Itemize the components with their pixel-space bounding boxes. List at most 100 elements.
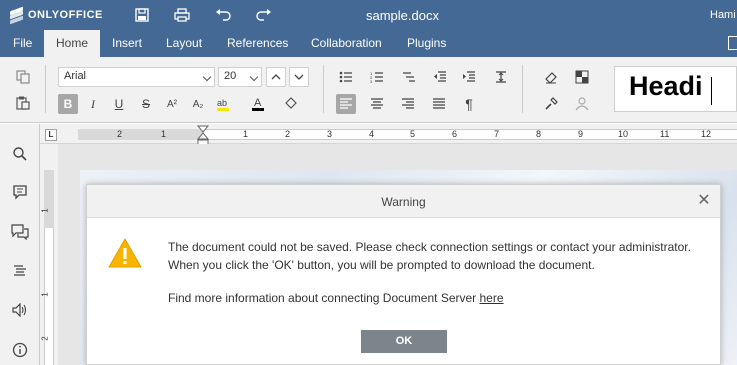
dialog-title: Warning — [381, 195, 426, 209]
title-bar: ONLYOFFICE sample.docx Hami — [0, 0, 737, 30]
bullets-icon[interactable] — [336, 67, 356, 87]
undo-icon[interactable] — [214, 6, 232, 24]
ok-button[interactable]: OK — [361, 330, 447, 353]
tab-stop-selector[interactable]: L — [45, 129, 57, 141]
superscript-button[interactable]: A² — [162, 94, 182, 114]
justify-button[interactable] — [429, 94, 449, 114]
font-name-select[interactable]: Arial — [58, 67, 215, 87]
search-icon[interactable] — [10, 144, 30, 164]
ruler-number: 5 — [410, 129, 416, 139]
strikethrough-button[interactable]: S — [136, 94, 156, 114]
navigation-icon[interactable] — [10, 261, 30, 281]
tab-layout[interactable]: Layout — [154, 30, 214, 57]
warning-dialog: Warning ✕ The document could not be save… — [86, 184, 721, 365]
bold-button[interactable]: B — [58, 94, 78, 114]
horizontal-ruler: L 2 1 1 2 3 4 5 6 7 8 9 10 11 12 — [40, 124, 737, 146]
redo-icon[interactable] — [255, 6, 273, 24]
help-link[interactable]: here — [480, 291, 504, 305]
ruler-number: 4 — [369, 129, 375, 139]
home-toolbar: Arial 20 B I U S A² A₂ ab A 123 ¶ Headi — [0, 57, 737, 123]
align-right-button[interactable] — [398, 94, 418, 114]
copy-icon[interactable] — [13, 67, 33, 87]
speaker-icon[interactable] — [10, 300, 30, 320]
italic-button[interactable]: I — [83, 94, 103, 114]
user-name[interactable]: Hami — [710, 9, 736, 21]
dialog-message-line-1: The document could not be saved. Please … — [168, 240, 691, 254]
chevron-down-icon — [249, 72, 259, 82]
font-size-value: 20 — [224, 70, 237, 82]
align-center-button[interactable] — [367, 94, 387, 114]
dialog-message-line-3: Find more information about connecting D… — [168, 291, 504, 305]
decrease-indent-icon[interactable] — [430, 67, 450, 87]
ruler-number: 2 — [40, 336, 50, 341]
close-icon[interactable]: ✕ — [696, 193, 712, 209]
increase-indent-icon[interactable] — [459, 67, 479, 87]
ruler-number: 12 — [701, 129, 712, 139]
ruler-number: 11 — [660, 129, 670, 139]
ribbon-tab-bar: File Home Insert Layout References Colla… — [0, 30, 737, 57]
comments-icon[interactable] — [10, 182, 30, 202]
ruler-number: 3 — [327, 129, 333, 139]
ruler-number: 6 — [452, 129, 458, 139]
logo-text: ONLYOFFICE — [28, 9, 103, 21]
document-title: sample.docx — [366, 8, 439, 23]
svg-text:3: 3 — [370, 79, 373, 83]
ruler-number: 8 — [536, 129, 542, 139]
tab-home[interactable]: Home — [44, 30, 101, 57]
vertical-ruler: 1 1 2 — [40, 144, 58, 365]
panel-toggle-icon[interactable] — [728, 36, 737, 50]
align-left-button[interactable] — [336, 94, 356, 114]
mail-merge-icon[interactable] — [572, 94, 592, 114]
clear-style-icon[interactable] — [541, 67, 561, 87]
dialog-link-prefix: Find more information about connecting D… — [168, 291, 480, 305]
chevron-down-icon — [202, 72, 212, 82]
toolbar-separator — [45, 65, 46, 113]
font-name-value: Arial — [64, 70, 87, 82]
copy-style-icon[interactable] — [541, 94, 561, 114]
chat-icon[interactable] — [10, 222, 30, 242]
save-icon[interactable] — [133, 6, 151, 24]
font-color-icon[interactable]: A — [249, 94, 269, 114]
dialog-message-line-2: When you click the 'OK' button, you will… — [168, 258, 595, 272]
paste-icon[interactable] — [13, 93, 33, 113]
ruler-number: 9 — [578, 129, 584, 139]
tab-insert[interactable]: Insert — [100, 30, 154, 57]
ruler-number: 7 — [494, 129, 500, 139]
subscript-button[interactable]: A₂ — [188, 94, 208, 114]
multilevel-list-icon[interactable] — [399, 67, 419, 87]
nonprinting-characters-icon[interactable]: ¶ — [459, 94, 479, 114]
ruler-number: 2 — [285, 129, 291, 139]
about-icon[interactable] — [10, 340, 30, 360]
svg-text:ab: ab — [217, 98, 227, 108]
onlyoffice-logo: ONLYOFFICE — [10, 6, 103, 24]
tab-plugins[interactable]: Plugins — [395, 30, 458, 57]
tab-collaboration[interactable]: Collaboration — [299, 30, 394, 57]
color-scheme-icon[interactable] — [572, 67, 592, 87]
decrease-font-button[interactable] — [289, 67, 309, 87]
toolbar-separator — [323, 65, 324, 113]
line-spacing-icon[interactable] — [491, 67, 511, 87]
svg-text:A: A — [254, 97, 262, 109]
style-preview-gallery[interactable]: Headi — [614, 66, 737, 112]
ruler-number: 2 — [117, 129, 123, 139]
shading-icon[interactable] — [281, 94, 301, 114]
increase-font-button[interactable] — [266, 67, 286, 87]
underline-button[interactable]: U — [109, 94, 129, 114]
dialog-header: Warning ✕ — [87, 185, 720, 218]
tab-file[interactable]: File — [1, 30, 44, 57]
warning-icon — [108, 238, 142, 268]
numbering-icon[interactable]: 123 — [367, 67, 387, 87]
highlight-color-icon[interactable]: ab — [214, 94, 234, 114]
left-sidebar — [0, 124, 40, 365]
vertical-ruler-margin — [44, 170, 54, 228]
toolbar-separator — [522, 65, 523, 113]
font-size-select[interactable]: 20 — [218, 67, 262, 87]
ruler-number: 10 — [618, 129, 629, 139]
print-icon[interactable] — [173, 6, 191, 24]
style-preview-heading: Headi — [629, 71, 703, 101]
ruler-number: 1 — [243, 129, 249, 139]
ruler-number: 1 — [161, 129, 167, 139]
tab-references[interactable]: References — [215, 30, 300, 57]
logo-icon — [10, 6, 23, 24]
style-preview-cursor — [711, 77, 712, 105]
